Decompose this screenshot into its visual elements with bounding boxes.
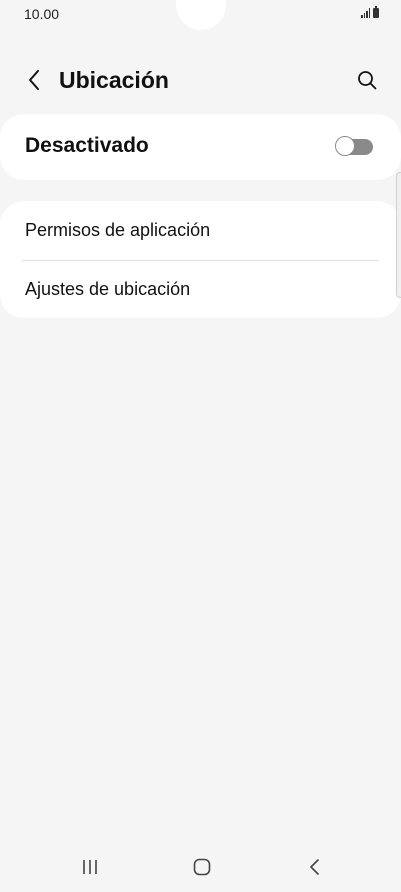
- location-toggle[interactable]: [335, 136, 373, 157]
- home-icon: [193, 858, 211, 876]
- battery-icon: [373, 6, 379, 18]
- list-item-label: Ajustes de ubicación: [25, 279, 191, 299]
- scrollbar[interactable]: [396, 172, 401, 298]
- back-button[interactable]: [20, 66, 48, 94]
- navigation-bar: [0, 842, 401, 892]
- signal-icon: [361, 8, 370, 18]
- search-icon: [358, 71, 377, 90]
- app-bar: Ubicación: [0, 58, 401, 104]
- master-switch-label: Desactivado: [25, 134, 149, 157]
- status-bar: 10.00: [0, 0, 401, 30]
- home-button[interactable]: [182, 854, 222, 880]
- page-title: Ubicación: [59, 67, 169, 93]
- nav-back-button[interactable]: [295, 854, 335, 880]
- recent-apps-icon: [83, 860, 97, 874]
- chevron-left-icon: [29, 70, 39, 90]
- recent-apps-button[interactable]: [70, 854, 110, 880]
- toggle-thumb: [335, 136, 355, 156]
- camera-notch: [176, 0, 226, 30]
- search-button[interactable]: [353, 66, 381, 94]
- list-item-label: Permisos de aplicación: [25, 220, 211, 240]
- status-icons: [361, 6, 379, 18]
- back-icon: [310, 859, 319, 875]
- status-time: 10.00: [24, 6, 60, 22]
- list-item-location-settings[interactable]: Ajustes de ubicación: [0, 260, 401, 318]
- settings-list-card: Permisos de aplicación Ajustes de ubicac…: [0, 201, 401, 318]
- master-switch-card[interactable]: Desactivado: [0, 114, 401, 180]
- list-item-app-permissions[interactable]: Permisos de aplicación: [0, 201, 401, 259]
